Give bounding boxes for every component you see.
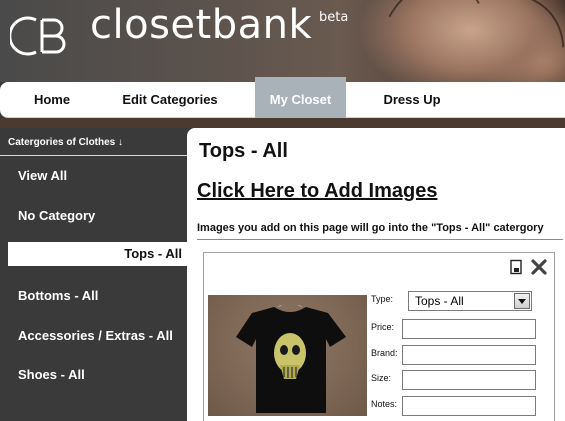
notes-input[interactable] <box>402 396 536 416</box>
sidebar-item-accessories-all[interactable]: Accessories / Extras - All <box>18 328 173 343</box>
nav-edit-categories[interactable]: Edit Categories <box>110 82 230 118</box>
add-images-link[interactable]: Click Here to Add Images <box>197 180 437 203</box>
type-select-value: Tops - All <box>415 294 464 308</box>
type-label: Type: <box>371 294 394 304</box>
closet-item-card: Type: Tops - All Price: Brand: Size: Not… <box>203 252 555 421</box>
sidebar-item-view-all[interactable]: View All <box>18 168 67 183</box>
sidebar-item-shoes-all[interactable]: Shoes - All <box>18 367 85 382</box>
price-input[interactable] <box>402 319 536 339</box>
size-input[interactable] <box>402 370 536 390</box>
brand-label: Brand: <box>371 348 398 358</box>
chevron-down-icon[interactable] <box>514 293 530 309</box>
sidebar-item-tops-all[interactable]: Tops - All <box>8 242 187 266</box>
item-photo[interactable] <box>208 295 367 416</box>
category-sidebar: Catergories of Clothes ↓ View All No Cat… <box>0 128 187 421</box>
page-icon[interactable] <box>508 259 524 275</box>
type-select[interactable]: Tops - All <box>408 291 532 311</box>
nav-underline-strip <box>0 118 565 128</box>
t-shirt-image <box>236 305 346 413</box>
page-title: Tops - All <box>199 140 288 162</box>
nav-my-closet[interactable]: My Closet <box>255 77 346 118</box>
size-label: Size: <box>371 373 392 383</box>
beta-badge: beta <box>319 10 349 25</box>
main-content: Tops - All Click Here to Add Images Imag… <box>187 128 565 421</box>
notes-label: Notes: <box>371 399 398 409</box>
nav-dress-up[interactable]: Dress Up <box>370 82 454 118</box>
sidebar-item-bottoms-all[interactable]: Bottoms - All <box>18 288 98 303</box>
closetbank-logo-icon[interactable] <box>10 14 72 58</box>
sidebar-header[interactable]: Catergories of Clothes ↓ <box>0 128 187 156</box>
close-icon[interactable] <box>530 258 548 276</box>
sidebar-item-no-category[interactable]: No Category <box>18 208 95 223</box>
nav-home[interactable]: Home <box>18 82 86 118</box>
divider <box>197 239 563 240</box>
brand-input[interactable] <box>402 345 536 365</box>
header-banner: closetbank beta <box>0 0 565 82</box>
brand-name[interactable]: closetbank <box>90 2 312 48</box>
main-nav: Home Edit Categories My Closet Dress Up <box>0 77 565 118</box>
category-info-text: Images you add on this page will go into… <box>197 222 544 234</box>
price-label: Price: <box>371 322 395 332</box>
